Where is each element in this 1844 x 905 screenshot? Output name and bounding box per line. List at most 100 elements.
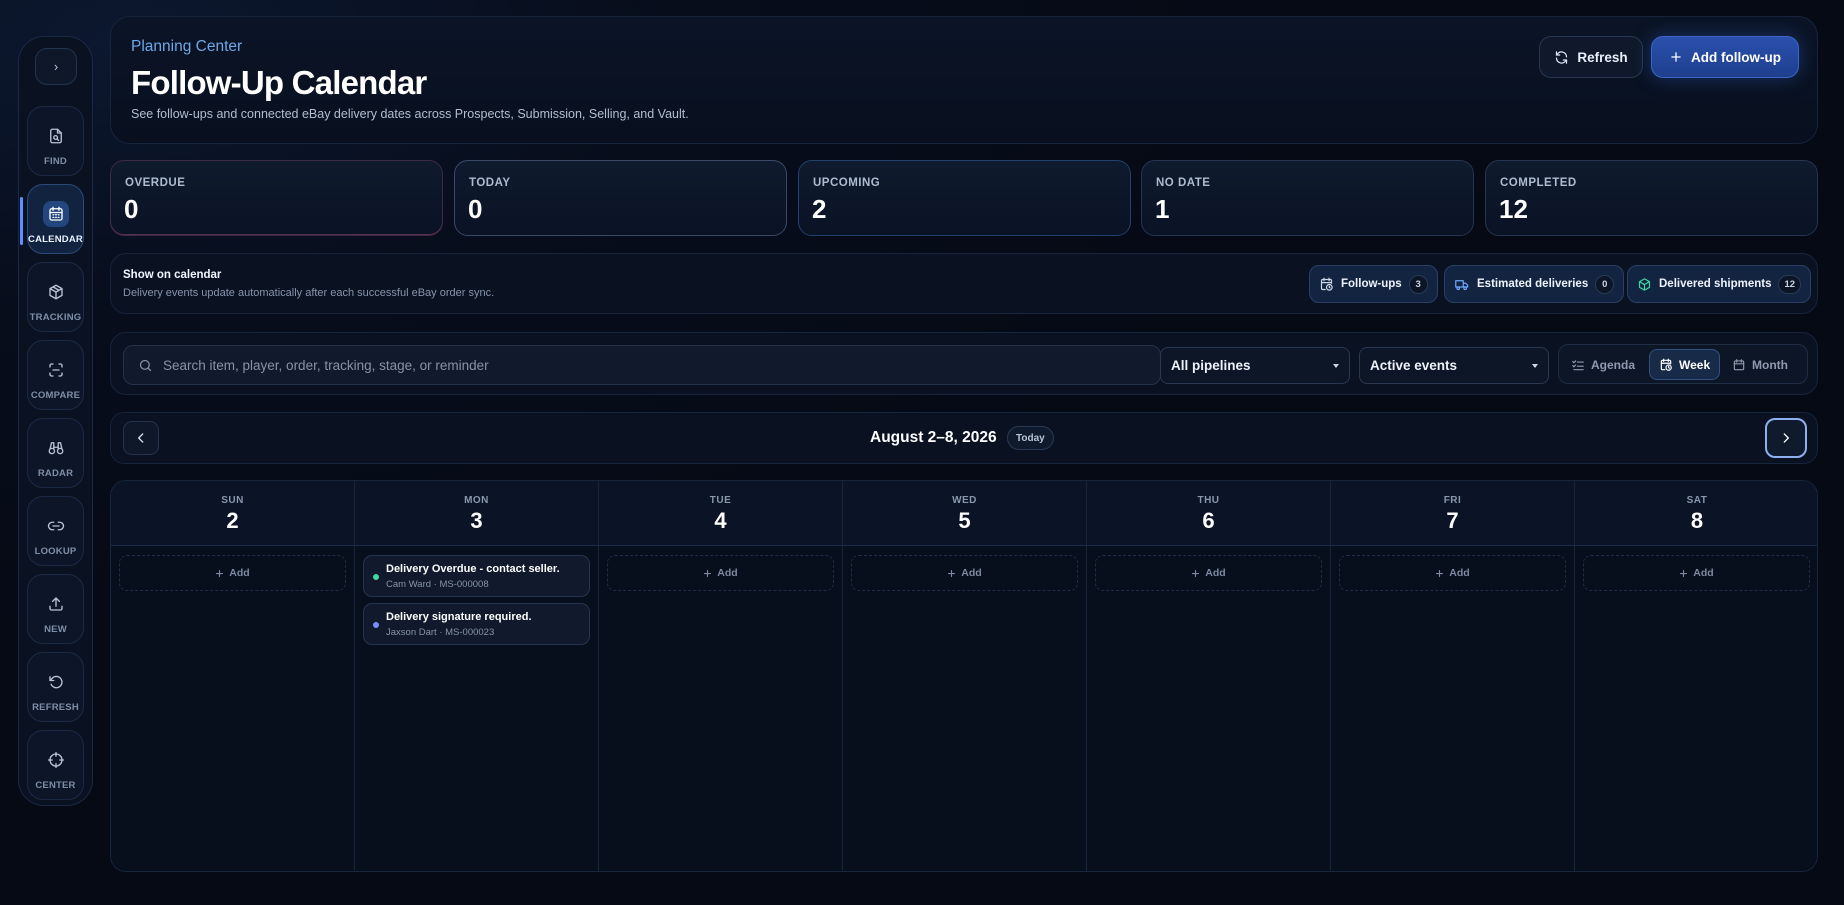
chip-label: Follow-ups [1341,278,1402,290]
file-search-icon [43,123,69,149]
status-select-value: Active events [1370,358,1458,373]
pipeline-select-value: All pipelines [1171,358,1251,373]
stat-label: NO DATE [1156,177,1211,189]
link-icon [43,513,69,539]
view-month-label: Month [1752,357,1788,372]
plus-icon [1191,569,1200,578]
day-of-week: WED [952,495,977,506]
event-card[interactable]: Delivery signature required. Jaxson Dart… [363,603,590,645]
day-header: SUN 2 [111,481,354,546]
scan-icon [43,357,69,383]
stat-value: 12 [1499,194,1528,224]
add-event-slot[interactable]: Add [607,555,834,591]
add-event-slot[interactable]: Add [1339,555,1566,591]
refresh-button[interactable]: Refresh [1539,36,1643,78]
chip-count: 12 [1778,274,1802,294]
day-of-week: THU [1197,495,1220,506]
today-button[interactable]: Today [1007,426,1054,450]
week-grid: SUN 2 Add MON 3 Delivery Overdue - conta… [110,480,1818,872]
rail-item-label: NEW [44,624,67,635]
add-event-slot[interactable]: Add [851,555,1078,591]
day-number: 6 [1202,508,1215,533]
crosshair-icon [43,747,69,773]
view-week-button[interactable]: Week [1649,349,1721,380]
day-number: 8 [1690,508,1704,533]
add-event-slot[interactable]: Add [119,555,346,591]
upload-icon [43,591,69,617]
day-column-sat: SAT 8 Add [1575,481,1817,871]
page-kicker: Planning Center [131,38,243,55]
week-navigation: August 2–8, 2026 Today [110,412,1818,464]
calendar-icon [42,201,69,227]
day-header: SAT 8 [1575,481,1817,546]
rail-item-compare[interactable]: COMPARE [27,340,84,410]
add-follow-up-button[interactable]: Add follow-up [1651,36,1799,78]
chevron-down-icon [1532,364,1538,368]
day-header: FRI 7 [1331,481,1574,546]
event-meta: Jaxson Dart · MS-000023 [386,627,495,638]
add-event-slot[interactable]: Add [1095,555,1322,591]
rail-item-refresh[interactable]: REFRESH [27,652,84,722]
add-event-label: Add [1449,567,1470,579]
stats-row: OVERDUE 0 TODAY 0 UPCOMING 2 NO DATE 1 C… [110,160,1818,236]
rail-expand-button[interactable]: › [35,48,77,85]
view-agenda-button[interactable]: Agenda [1562,349,1644,380]
rail-item-tracking[interactable]: TRACKING [27,262,84,332]
status-select[interactable]: Active events [1359,347,1549,384]
stat-card-today[interactable]: TODAY 0 [454,160,787,236]
package-check-icon [1637,277,1652,292]
toggle-estimated-deliveries[interactable]: Estimated deliveries 0 [1444,265,1625,303]
day-header: TUE 4 [599,481,842,546]
view-month-button[interactable]: Month [1723,349,1797,380]
day-number: 4 [714,508,727,533]
add-event-label: Add [961,567,982,579]
calendar-icon [1732,358,1746,372]
plus-icon [947,569,956,578]
stat-value: 0 [124,194,139,224]
rail-item-calendar[interactable]: CALENDAR [20,184,84,254]
page-header: Planning Center Follow-Up Calendar See f… [110,16,1818,144]
day-column-sun: SUN 2 Add [111,481,355,871]
active-indicator [20,197,23,245]
stat-card-upcoming[interactable]: UPCOMING 2 [798,160,1131,236]
binoculars-icon [43,435,69,461]
toggle-follow-ups[interactable]: Follow-ups 3 [1309,265,1438,303]
chip-count: 0 [1595,274,1615,294]
stat-label: UPCOMING [813,177,881,189]
show-on-calendar-bar: Show on calendar Delivery events update … [110,253,1818,314]
event-title: Delivery signature required. [386,611,532,623]
search-input[interactable]: Search item, player, order, tracking, st… [123,345,1161,385]
refresh-button-label: Refresh [1577,49,1628,65]
event-card[interactable]: Delivery Overdue - contact seller. Cam W… [363,555,590,597]
day-column-fri: FRI 7 Add [1331,481,1575,871]
rail-item-radar[interactable]: RADAR [27,418,84,488]
rail-item-label: CALENDAR [28,234,83,245]
day-number: 2 [226,508,239,533]
previous-week-button[interactable] [123,421,159,455]
rail-item-center[interactable]: CENTER [27,730,84,800]
day-header: WED 5 [843,481,1086,546]
rail-item-find[interactable]: FIND [27,106,84,176]
chevron-down-icon [1333,364,1339,368]
rail-item-label: REFRESH [32,702,79,713]
stat-card-no-date[interactable]: NO DATE 1 [1141,160,1474,236]
day-of-week: FRI [1443,495,1462,506]
stat-card-completed[interactable]: COMPLETED 12 [1485,160,1818,236]
chip-count: 3 [1408,274,1428,294]
rail-item-new[interactable]: NEW [27,574,84,644]
plus-icon [215,569,224,578]
rail-item-lookup[interactable]: LOOKUP [27,496,84,566]
toggle-delivered-shipments[interactable]: Delivered shipments 12 [1627,265,1812,303]
add-event-label: Add [717,567,738,579]
stat-value: 2 [812,194,827,224]
rail-item-label: FIND [44,156,67,167]
add-event-slot[interactable]: Add [1583,555,1810,591]
side-rail: › FIND CALENDAR TRACKING COMPARE RADAR L… [18,36,93,806]
add-event-label: Add [1693,567,1714,579]
package-icon [43,279,69,305]
pipeline-select[interactable]: All pipelines [1160,347,1350,384]
day-column-mon: MON 3 Delivery Overdue - contact seller.… [355,481,599,871]
stat-card-overdue[interactable]: OVERDUE 0 [110,160,443,236]
page-subtitle: See follow-ups and connected eBay delive… [131,107,689,121]
next-week-button[interactable] [1765,418,1807,458]
